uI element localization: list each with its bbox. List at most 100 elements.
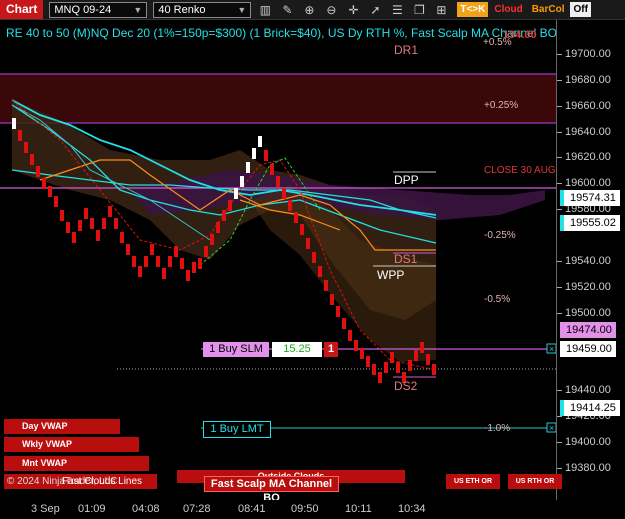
renko-brick [90,218,94,229]
off-toggle-button[interactable]: Off [570,2,591,17]
fast-clouds-lines-bar[interactable]: © 2024 NinjaTrader, LLC Fast Clouds Line… [4,474,157,489]
level-ds1: DS1 [394,252,418,266]
level-dpp: DPP [394,173,419,187]
chevron-down-icon: ▼ [237,4,247,15]
last-price-tag: 19459.00 [560,341,616,357]
renko-brick [162,268,166,279]
renko-brick [60,210,64,221]
renko-brick [126,244,130,255]
instrument-selector[interactable]: MNQ 09-24 ▼ [49,1,148,18]
renko-brick [432,364,436,375]
renko-brick [312,252,316,263]
time-tick: 08:41 [238,503,266,515]
price-tick: 19660.00 [557,100,611,112]
mnt-vwap-bar[interactable]: Mnt VWAP [4,456,149,471]
pct-label-minus-0-25: -0.25% [484,230,516,241]
bar-type-selector[interactable]: 40 Renko ▼ [153,1,252,18]
price-scale[interactable]: 19700.00 19680.00 19660.00 19640.00 1962… [556,20,625,500]
buy-slm-price-tag: 19474.00 [560,322,616,338]
time-tick: 07:28 [183,503,211,515]
pct-label-minus-1-0: -1.0% [484,423,511,434]
bar-style-icon[interactable]: ▥ [257,2,273,18]
us-eth-or-bar[interactable]: US ETH OR [446,474,500,489]
fast-scalp-bar[interactable]: Fast Scalp MA Channel BO [204,476,339,504]
time-tick: 3 Sep [31,503,60,515]
renko-brick [96,230,100,241]
svg-text:×: × [549,423,554,433]
level-ds2: DS2 [394,379,418,393]
renko-brick [132,256,136,267]
pointer-icon[interactable]: ➚ [367,2,383,18]
renko-brick [246,162,250,173]
price-tick: 19380.00 [557,462,611,474]
svg-text:×: × [549,344,554,354]
bar-type-value: 40 Renko [158,3,206,16]
renko-brick [324,280,328,291]
renko-brick [264,150,268,161]
renko-brick [252,148,256,159]
renko-brick [48,186,52,197]
renko-brick [156,256,160,267]
renko-brick [288,200,292,211]
renko-brick [18,130,22,141]
renko-brick [144,256,148,267]
price-tick: 19700.00 [557,48,611,60]
renko-brick [366,356,370,367]
buy-slm-offset[interactable]: 15.25 [272,342,322,357]
price-tick: 19520.00 [557,281,611,293]
renko-brick [30,154,34,165]
renko-brick [150,244,154,255]
renko-brick [330,294,334,305]
zoom-in-icon[interactable]: ⊕ [301,2,317,18]
copy-icon[interactable]: ❐ [411,2,427,18]
renko-brick [168,256,172,267]
renko-brick [408,360,412,371]
renko-brick [114,218,118,229]
renko-brick [282,188,286,199]
tk-toggle-button[interactable]: T<>K [457,2,489,17]
zoom-out-icon[interactable]: ⊖ [323,2,339,18]
buy-slm-order-label[interactable]: 1 Buy SLM [203,342,269,357]
renko-brick [180,258,184,269]
renko-brick [294,212,298,223]
buy-slm-qty[interactable]: 1 [324,342,338,357]
price-tick: 19600.00 [557,177,611,189]
level-wpp: WPP [377,268,405,282]
renko-brick [390,352,394,363]
renko-brick [192,262,196,273]
chart-toolbar: Chart MNQ 09-24 ▼ 40 Renko ▼ ▥ ✎ ⊕ ⊖ ✛ ➚… [0,0,625,20]
close-label: CLOSE 30 AUG [484,165,556,176]
barcol-toggle-button[interactable]: BarCol [528,2,568,17]
ma-upper-price-tag: 19574.31 [560,190,620,206]
wkly-vwap-bar[interactable]: Wkly VWAP [4,437,139,452]
renko-brick [240,176,244,187]
renko-brick [66,222,70,233]
day-vwap-bar[interactable]: Day VWAP [4,419,120,434]
buy-lmt-order-label[interactable]: 1 Buy LMT [203,421,271,438]
cloud-toggle-button[interactable]: Cloud [491,2,526,17]
renko-brick [210,234,214,245]
us-rth-or-bar[interactable]: US RTH OR [508,474,562,489]
add-indicator-icon[interactable]: ⊞ [433,2,449,18]
instrument-value: MNQ 09-24 [54,3,112,16]
level-dr1: DR1 [394,43,419,57]
price-tick: 19400.00 [557,436,611,448]
renko-brick [138,266,142,277]
renko-brick [72,232,76,243]
renko-brick [102,218,106,229]
renko-brick [348,330,352,341]
pct-label-plus-0-5: +0.5% [483,37,512,48]
crosshair-icon[interactable]: ✛ [345,2,361,18]
renko-brick [198,258,202,269]
price-tick: 19620.00 [557,151,611,163]
renko-brick [384,362,388,373]
time-tick: 04:08 [132,503,160,515]
app-title: Chart [0,0,44,19]
renko-brick [108,206,112,217]
renko-brick [186,270,190,281]
properties-icon[interactable]: ☰ [389,2,405,18]
drawing-tools-icon[interactable]: ✎ [279,2,295,18]
renko-brick [378,372,382,383]
renko-brick [270,164,274,175]
renko-brick [414,350,418,361]
